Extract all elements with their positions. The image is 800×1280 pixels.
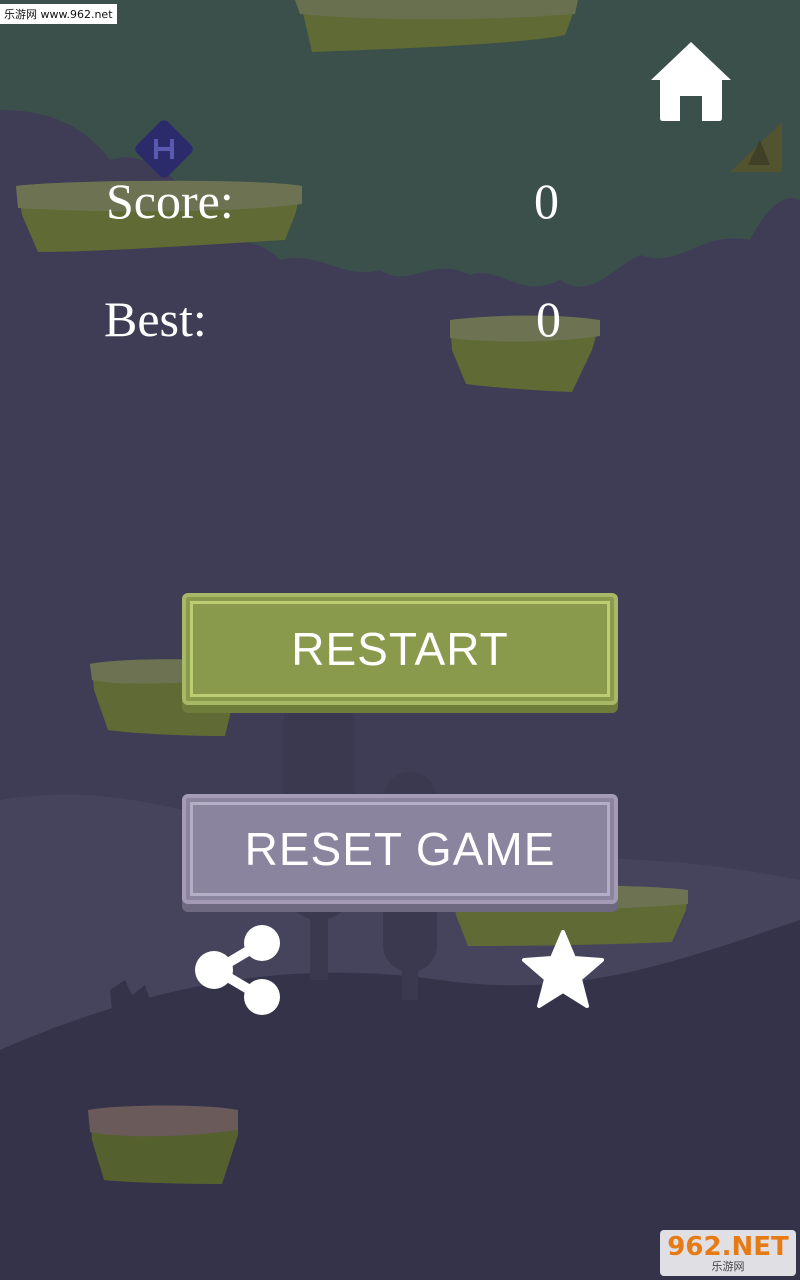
best-label: Best:: [104, 291, 207, 347]
reset-game-button-label: RESET GAME: [244, 823, 556, 875]
home-icon: [651, 42, 731, 121]
platform: [88, 1105, 238, 1184]
home-button[interactable]: [650, 40, 732, 122]
score-label: Score:: [106, 173, 234, 229]
rate-button[interactable]: [522, 930, 604, 1010]
restart-button[interactable]: RESTART: [182, 593, 618, 705]
share-icon: [195, 925, 280, 1015]
score-value: 0: [534, 173, 559, 229]
watermark-subtitle: 乐游网: [711, 1259, 745, 1273]
star-icon: [522, 930, 604, 1008]
watermark-bottom: 962.NET 乐游网: [660, 1230, 796, 1276]
reset-game-button[interactable]: RESET GAME: [182, 794, 618, 904]
watermark-top: 乐游网 www.962.net: [0, 4, 117, 24]
watermark-logo: 962.NET: [667, 1231, 789, 1262]
share-button[interactable]: [194, 924, 282, 1016]
best-value: 0: [536, 291, 561, 347]
restart-button-label: RESTART: [291, 623, 509, 675]
